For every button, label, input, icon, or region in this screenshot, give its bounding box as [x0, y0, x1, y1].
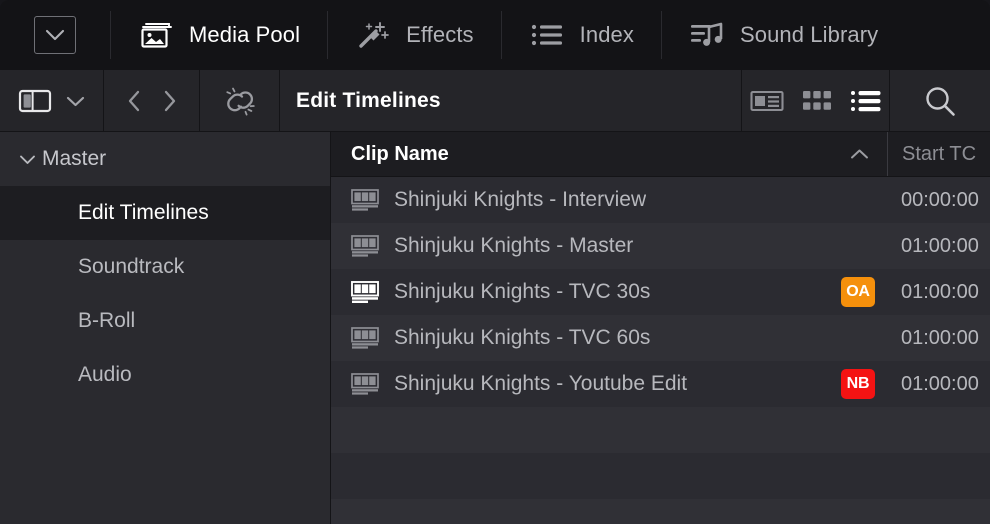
cell-start-tc: 01:00:00 [887, 361, 990, 407]
cell-clip-name: Shinjuki Knights - Interview [331, 177, 887, 223]
chevron-down-icon[interactable] [12, 154, 42, 165]
bin-tree-item-master[interactable]: Master [0, 132, 330, 186]
chevron-right-icon[interactable] [163, 90, 177, 112]
workspace-dropdown-container [0, 0, 110, 70]
bin-tree-sidebar: Master Edit Timelines Soundtrack B-Roll … [0, 132, 331, 524]
view-mode-group [742, 70, 890, 131]
cell-start-tc: 00:00:00 [887, 177, 990, 223]
chevron-up-icon[interactable] [850, 148, 869, 160]
table-row[interactable]: Shinjuki Knights - Interview 00:00:00 [331, 177, 990, 223]
clip-name-label: Shinjuku Knights - Master [394, 234, 633, 258]
cell-clip-name: Shinjuku Knights - Master [331, 223, 887, 269]
page-tab-label: Media Pool [189, 22, 300, 48]
bin-tree-item-soundtrack[interactable]: Soundtrack [0, 240, 330, 294]
table-row-empty[interactable] [331, 407, 990, 453]
table-row[interactable]: Shinjuku Knights - TVC 30s OA 01:00:00 [331, 269, 990, 315]
magic-wand-icon [355, 20, 391, 50]
search-icon[interactable] [923, 84, 957, 118]
list-view-icon[interactable] [850, 89, 882, 113]
sidebar-panel-toggle-icon[interactable] [18, 87, 52, 115]
table-row-empty[interactable] [331, 453, 990, 499]
table-rows-container: Shinjuki Knights - Interview 00:00:00 [331, 177, 990, 524]
page-tab-effects[interactable]: Effects [328, 0, 501, 70]
unlink-clips-group [200, 70, 280, 131]
column-header-clip-name[interactable]: Clip Name [331, 132, 887, 176]
cell-clip-name: Shinjuku Knights - TVC 60s [331, 315, 887, 361]
media-pool-body: Master Edit Timelines Soundtrack B-Roll … [0, 132, 990, 524]
column-header-label: Clip Name [351, 143, 449, 166]
clip-name-label: Shinjuku Knights - TVC 60s [394, 326, 650, 350]
toolbar-title: Edit Timelines [280, 70, 742, 131]
table-row[interactable]: Shinjuku Knights - Youtube Edit NB 01:00… [331, 361, 990, 407]
chevron-left-icon[interactable] [127, 90, 141, 112]
list-index-icon [529, 20, 565, 50]
workspace-dropdown-button[interactable] [34, 16, 76, 54]
bin-tree-item-b-roll[interactable]: B-Roll [0, 294, 330, 348]
broken-link-icon[interactable] [223, 86, 257, 116]
table-row[interactable]: Shinjuku Knights - TVC 60s 01:00:00 [331, 315, 990, 361]
page-tab-sound-library[interactable]: Sound Library [662, 0, 905, 70]
page-tab-label: Sound Library [740, 22, 878, 48]
sound-library-icon [689, 20, 725, 50]
panel-controls-group [0, 70, 104, 131]
bin-tree-item-label: Audio [78, 363, 132, 387]
bin-tree-item-label: B-Roll [78, 309, 135, 333]
table-header-row: Clip Name Start TC [331, 132, 990, 177]
search-group [890, 70, 990, 131]
column-header-start-tc[interactable]: Start TC [887, 132, 990, 176]
page-tab-label: Effects [406, 22, 474, 48]
cell-start-tc: 01:00:00 [887, 269, 990, 315]
table-row[interactable]: Shinjuku Knights - Master 01:00:00 [331, 223, 990, 269]
media-pool-toolbar: Edit Timelines [0, 70, 990, 132]
page-tab-media-pool[interactable]: Media Pool [111, 0, 327, 70]
cell-start-tc: 01:00:00 [887, 315, 990, 361]
bin-tree-item-audio[interactable]: Audio [0, 348, 330, 402]
timeline-icon [351, 327, 379, 349]
chevron-down-icon [45, 29, 65, 41]
history-navigation-group [104, 70, 200, 131]
timeline-icon [351, 235, 379, 257]
metadata-view-icon[interactable] [750, 89, 784, 113]
timeline-icon [351, 281, 379, 303]
clip-name-label: Shinjuku Knights - TVC 30s [394, 280, 650, 304]
column-header-label: Start TC [902, 143, 976, 166]
cell-start-tc: 01:00:00 [887, 223, 990, 269]
cell-clip-name: Shinjuku Knights - TVC 30s OA [331, 269, 887, 315]
table-row-empty[interactable] [331, 499, 990, 524]
status-badge[interactable]: NB [841, 369, 875, 399]
media-pool-icon [138, 20, 174, 50]
cell-clip-name: Shinjuku Knights - Youtube Edit NB [331, 361, 887, 407]
panel-dropdown-chevron-down-icon[interactable] [66, 95, 85, 107]
page-navigation-bar: Media Pool Effects [0, 0, 990, 70]
bin-tree-item-edit-timelines[interactable]: Edit Timelines [0, 186, 330, 240]
bin-tree-item-label: Master [42, 147, 106, 171]
clip-name-label: Shinjuku Knights - Youtube Edit [394, 372, 687, 396]
clip-list-table: Clip Name Start TC [331, 132, 990, 524]
timeline-icon [351, 189, 379, 211]
timeline-icon [351, 373, 379, 395]
status-badge[interactable]: OA [841, 277, 875, 307]
thumbnail-view-icon[interactable] [802, 89, 832, 113]
page-tab-label: Index [580, 22, 634, 48]
bin-tree-item-label: Edit Timelines [78, 201, 209, 225]
clip-name-label: Shinjuki Knights - Interview [394, 188, 646, 212]
page-tab-index[interactable]: Index [502, 0, 661, 70]
media-pool-window: Media Pool Effects [0, 0, 990, 524]
bin-tree-item-label: Soundtrack [78, 255, 184, 279]
